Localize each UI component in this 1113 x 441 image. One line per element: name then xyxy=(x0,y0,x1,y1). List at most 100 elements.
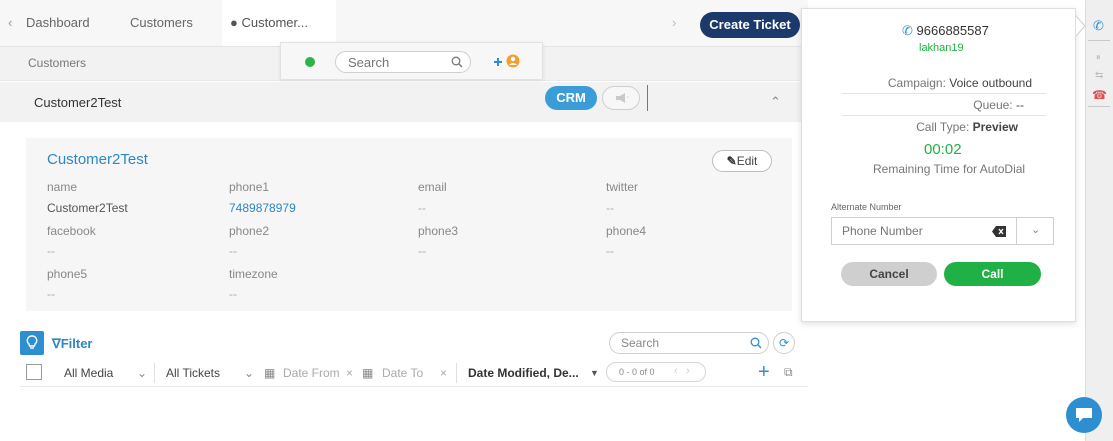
breadcrumb: Customers xyxy=(28,56,87,70)
alternate-number-input[interactable] xyxy=(842,218,982,244)
field-value-phone4: -- xyxy=(606,244,614,258)
field-label-phone3: phone3 xyxy=(418,224,459,238)
select-all-checkbox[interactable] xyxy=(26,364,42,380)
queue-label: Queue: xyxy=(973,98,1013,112)
field-value-twitter: -- xyxy=(606,201,614,215)
header-divider xyxy=(647,85,648,111)
tab-bar: ‹ Dashboard Customers ● Customer... › xyxy=(0,0,808,47)
add-user-icon[interactable] xyxy=(489,49,529,73)
hangup-icon[interactable]: ☎ xyxy=(1092,88,1107,102)
date-from-input[interactable]: Date From xyxy=(283,366,340,380)
agent-name: lakhan19 xyxy=(919,42,964,54)
user-circle-icon: ● xyxy=(230,15,238,30)
sort-caret-down-icon[interactable]: ▼ xyxy=(590,368,599,378)
lightbulb-icon xyxy=(26,335,38,349)
search-input[interactable] xyxy=(348,52,444,72)
customer-info-card: Customer2Test name Customer2Test phone1 … xyxy=(26,138,792,311)
tickets-select[interactable]: All Tickets xyxy=(166,366,220,380)
sort-select[interactable]: Date Modified, De... xyxy=(468,366,579,380)
call-type-row: Call Type: Preview xyxy=(788,120,1018,134)
page-next-icon[interactable]: › xyxy=(686,365,690,377)
tab-customer-detail[interactable]: ● Customer... xyxy=(222,0,336,46)
filter-label: Filter xyxy=(60,336,93,351)
edit-button[interactable]: ✎Edit xyxy=(712,150,772,172)
tab-customer-detail-label: Customer... xyxy=(241,15,308,30)
field-value-facebook: -- xyxy=(47,244,55,258)
call-type-value: Preview xyxy=(972,120,1018,134)
search-icon[interactable] xyxy=(451,56,463,68)
field-label-phone2: phone2 xyxy=(229,224,270,238)
transfer-icon[interactable]: ⇆ xyxy=(1095,70,1103,81)
ticket-search-icon[interactable] xyxy=(750,337,762,349)
campaign-row: Campaign: Voice outbound xyxy=(802,76,1032,90)
divider xyxy=(842,115,1046,116)
filter-link[interactable]: ∇Filter xyxy=(52,336,93,352)
divider xyxy=(1088,40,1110,41)
queue-row: Queue: -- xyxy=(794,98,1024,112)
tickets-chevron-down-icon[interactable]: ⌄ xyxy=(244,366,254,380)
crm-button[interactable]: CRM xyxy=(545,86,597,110)
megaphone-button[interactable] xyxy=(602,86,640,110)
create-ticket-button[interactable]: Create Ticket xyxy=(700,12,800,38)
cancel-button[interactable]: Cancel xyxy=(841,262,937,286)
pause-icon[interactable]: ⏸ xyxy=(1096,52,1101,63)
megaphone-icon xyxy=(616,93,629,103)
divider xyxy=(154,363,155,383)
field-value-timezone: -- xyxy=(229,287,237,301)
search-field[interactable] xyxy=(335,51,471,73)
field-label-facebook: facebook xyxy=(47,224,96,238)
divider xyxy=(1088,106,1110,107)
field-label-name: name xyxy=(47,180,78,194)
pencil-icon: ✎ xyxy=(726,154,737,168)
customer-header-name: Customer2Test xyxy=(34,95,122,110)
tab-customers-label: Customers xyxy=(130,15,193,30)
tab-dashboard[interactable]: Dashboard xyxy=(18,0,113,46)
export-icon[interactable]: ⧉ xyxy=(784,365,793,380)
date-from-calendar-icon[interactable]: ▦ xyxy=(264,366,275,380)
dialer-number: ✆ 9666885587 xyxy=(902,23,989,39)
pagination-text: 0 - 0 of 0 xyxy=(619,367,655,377)
field-value-phone1[interactable]: 7489878979 xyxy=(229,201,296,215)
collapse-chevron-up-icon[interactable]: ⌃ xyxy=(770,94,781,110)
field-value-name: Customer2Test xyxy=(47,201,128,215)
pagination: 0 - 0 of 0 ‹ › xyxy=(606,362,706,382)
field-label-phone1: phone1 xyxy=(229,180,270,194)
online-status-dot xyxy=(305,57,315,67)
customer-card-title: Customer2Test xyxy=(47,151,148,168)
chevron-down-icon: ⌄ xyxy=(1031,224,1041,236)
date-to-clear-icon[interactable]: × xyxy=(440,366,447,380)
lightbulb-button[interactable] xyxy=(20,331,44,355)
backspace-icon[interactable] xyxy=(992,226,1006,237)
campaign-label: Campaign: xyxy=(887,76,946,90)
alternate-number-field[interactable] xyxy=(831,217,1016,245)
customer-header: Customer2Test ⌃ xyxy=(0,82,808,122)
date-from-clear-icon[interactable]: × xyxy=(346,366,353,380)
ticket-search-placeholder: Search xyxy=(621,336,660,350)
date-to-input[interactable]: Date To xyxy=(382,366,423,380)
media-chevron-down-icon[interactable]: ⌄ xyxy=(137,366,147,380)
call-button[interactable]: Call xyxy=(944,262,1041,286)
tab-scroll-right-icon[interactable]: › xyxy=(672,0,676,46)
phone-icon[interactable]: ✆ xyxy=(1093,18,1104,34)
tab-customers[interactable]: Customers xyxy=(130,0,220,46)
country-dropdown[interactable]: ⌄ xyxy=(1016,217,1054,245)
date-to-calendar-icon[interactable]: ▦ xyxy=(362,366,373,380)
search-toolbar xyxy=(280,42,543,80)
divider xyxy=(842,93,1046,94)
tab-scroll-left-icon[interactable]: ‹ xyxy=(8,0,12,46)
field-label-phone4: phone4 xyxy=(606,224,647,238)
autodial-caption: Remaining Time for AutoDial xyxy=(873,162,1026,176)
field-label-email: email xyxy=(418,180,447,194)
ticket-search-field[interactable]: Search xyxy=(609,332,769,354)
phone-dialer-panel: ✆ 9666885587 lakhan19 Campaign: Voice ou… xyxy=(801,8,1076,322)
ticket-table-header: All Media ⌄ All Tickets ⌄ ▦ Date From × … xyxy=(20,359,808,387)
divider xyxy=(456,363,457,383)
chat-button[interactable] xyxy=(1066,397,1102,433)
field-value-phone2: -- xyxy=(229,244,237,258)
page-prev-icon[interactable]: ‹ xyxy=(674,365,678,377)
refresh-icon[interactable]: ⟳ xyxy=(773,332,795,354)
add-ticket-icon[interactable]: + xyxy=(758,361,770,384)
alternate-number-label: Alternate Number xyxy=(831,202,902,212)
call-type-label: Call Type: xyxy=(916,120,970,134)
media-select[interactable]: All Media xyxy=(64,366,113,380)
